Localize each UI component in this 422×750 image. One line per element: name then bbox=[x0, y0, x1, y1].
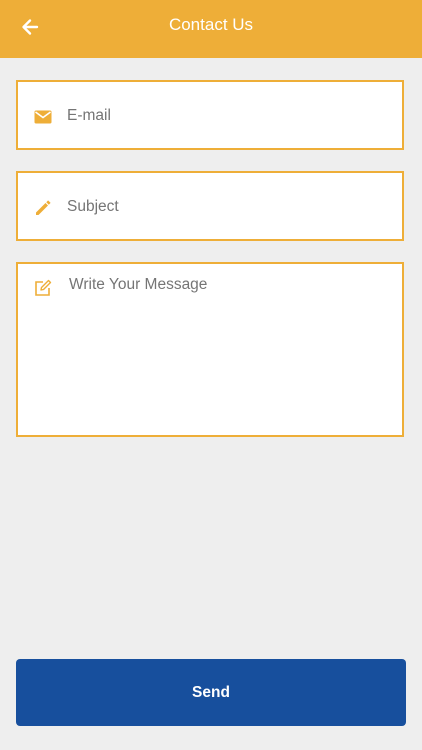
subject-field[interactable]: Subject bbox=[16, 171, 404, 241]
page-title: Contact Us bbox=[168, 15, 254, 34]
email-placeholder: E-mail bbox=[67, 107, 111, 124]
subject-placeholder: Subject bbox=[67, 198, 119, 215]
email-field[interactable]: E-mail bbox=[16, 80, 404, 150]
message-field[interactable]: Write Your Message bbox=[16, 262, 404, 437]
message-placeholder: Write Your Message bbox=[69, 276, 208, 293]
envelope-icon bbox=[32, 106, 54, 128]
send-button[interactable]: Send bbox=[16, 659, 406, 726]
app-bar: Contact Us bbox=[0, 0, 422, 58]
edit-note-icon bbox=[32, 277, 54, 299]
pencil-icon bbox=[32, 197, 54, 219]
